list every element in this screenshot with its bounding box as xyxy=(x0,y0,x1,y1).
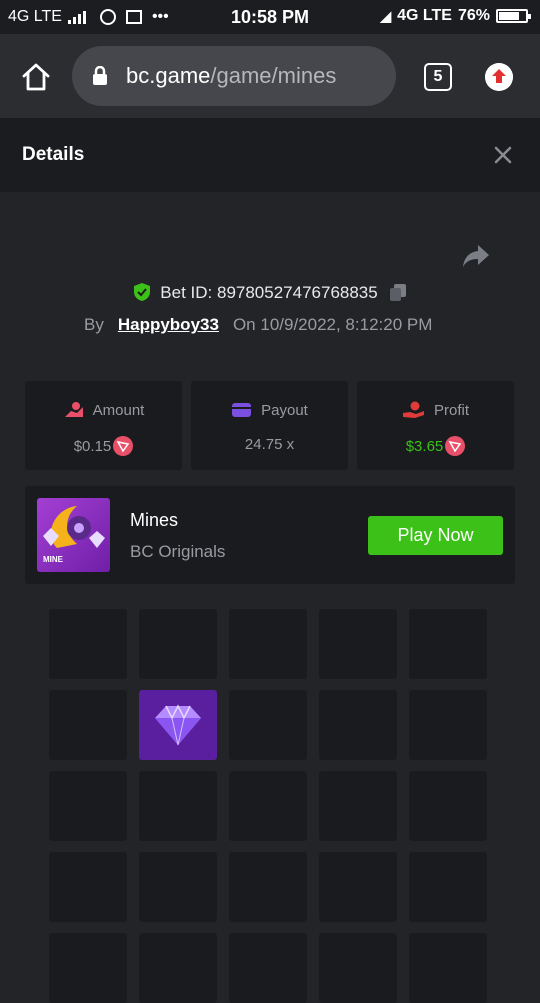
mine-tile[interactable] xyxy=(139,609,217,679)
profit-value-row: $3.65 xyxy=(357,436,514,456)
network-label-right: 4G LTE xyxy=(397,7,452,24)
payout-label: Payout xyxy=(261,402,308,419)
close-icon[interactable] xyxy=(490,142,516,168)
mine-tile[interactable] xyxy=(49,609,127,679)
payout-label-row: Payout xyxy=(191,401,348,419)
no-signal-icon: ◢ xyxy=(380,7,392,24)
mine-tile[interactable] xyxy=(319,852,397,922)
share-icon[interactable] xyxy=(462,243,490,269)
home-icon[interactable] xyxy=(20,61,52,93)
game-card: MINE Mines BC Originals Play Now xyxy=(25,486,515,584)
mine-tile[interactable] xyxy=(409,933,487,1003)
game-name: Mines xyxy=(130,510,179,530)
mine-tile[interactable] xyxy=(409,609,487,679)
payout-value: 24.75 x xyxy=(244,436,295,453)
mine-tile[interactable] xyxy=(139,852,217,922)
amount-value: $0.15 xyxy=(73,438,112,455)
tron-token-icon xyxy=(113,436,134,456)
bet-byline: By Happyboy33 On 10/9/2022, 8:12:20 PM xyxy=(84,315,432,335)
mine-tile[interactable] xyxy=(319,690,397,760)
gem-icon xyxy=(155,704,201,746)
amount-label-row: Amount xyxy=(25,401,182,419)
bet-datetime: 10/9/2022, 8:12:20 PM xyxy=(260,315,433,334)
status-bar: 4G LTE ••• 10:58 PM ◢ 4G LTE 76% xyxy=(0,0,540,34)
payout-card: Payout 24.75 x xyxy=(191,381,348,470)
profit-label: Profit xyxy=(433,402,469,419)
lock-icon xyxy=(93,66,107,85)
on-label: On xyxy=(232,315,256,334)
mine-tile[interactable] xyxy=(49,852,127,922)
details-header: Details xyxy=(0,118,540,192)
profit-card: Profit $3.65 xyxy=(357,381,514,470)
address-bar[interactable]: bc.game/game/mines xyxy=(72,46,396,106)
mine-tile-gem[interactable] xyxy=(139,690,217,760)
amount-value-row: $0.15 xyxy=(25,436,182,456)
upload-icon[interactable] xyxy=(485,63,513,91)
mine-tile[interactable] xyxy=(409,771,487,841)
battery-icon xyxy=(496,9,531,23)
bet-id-row: Bet ID: 89780527476768835 xyxy=(0,282,540,303)
username-link[interactable]: Happyboy33 xyxy=(118,315,219,334)
mine-tile[interactable] xyxy=(49,690,127,760)
amount-label: Amount xyxy=(92,402,145,419)
mine-tile[interactable] xyxy=(319,933,397,1003)
url-path: /game/mines xyxy=(210,63,337,88)
wallet-icon xyxy=(232,403,252,417)
mine-tile[interactable] xyxy=(229,609,307,679)
url-text[interactable]: bc.game/game/mines xyxy=(126,63,336,89)
mine-tile[interactable] xyxy=(139,771,217,841)
mine-tile[interactable] xyxy=(49,933,127,1003)
profit-hand-icon xyxy=(402,401,424,418)
play-now-button[interactable]: Play Now xyxy=(368,516,503,555)
game-provider: BC Originals xyxy=(130,542,226,561)
amount-card: Amount $0.15 xyxy=(25,381,182,470)
mines-game-thumbnail[interactable]: MINE xyxy=(37,498,110,572)
tab-switcher-button[interactable]: 5 xyxy=(424,63,452,91)
mine-tile[interactable] xyxy=(229,771,307,841)
mine-tile[interactable] xyxy=(229,690,307,760)
url-domain: bc.game xyxy=(126,63,211,88)
profit-label-row: Profit xyxy=(357,401,514,419)
mines-logo-icon xyxy=(43,506,105,548)
tron-token-icon xyxy=(445,436,466,456)
mine-tile[interactable] xyxy=(229,852,307,922)
status-right: ◢ 4G LTE 76% xyxy=(380,7,531,25)
mine-tile[interactable] xyxy=(409,690,487,760)
game-thumb-text: MINE xyxy=(43,555,63,564)
verified-shield-icon xyxy=(134,283,151,301)
bet-id-label: Bet ID: xyxy=(160,283,213,302)
mine-tile[interactable] xyxy=(319,609,397,679)
profit-value: $3.65 xyxy=(405,438,444,455)
battery-percent: 76% xyxy=(457,7,490,24)
mine-tile[interactable] xyxy=(319,771,397,841)
mine-tile[interactable] xyxy=(49,771,127,841)
by-label: By xyxy=(84,315,104,334)
bet-id-value: 89780527476768835 xyxy=(216,283,378,302)
browser-toolbar: bc.game/game/mines 5 xyxy=(0,34,540,118)
battery-fill xyxy=(499,12,519,20)
wager-icon xyxy=(64,402,83,417)
details-title: Details xyxy=(22,144,85,165)
mine-tile[interactable] xyxy=(409,852,487,922)
copy-icon[interactable] xyxy=(388,282,408,302)
mine-tile[interactable] xyxy=(229,933,307,1003)
mine-tile[interactable] xyxy=(139,933,217,1003)
